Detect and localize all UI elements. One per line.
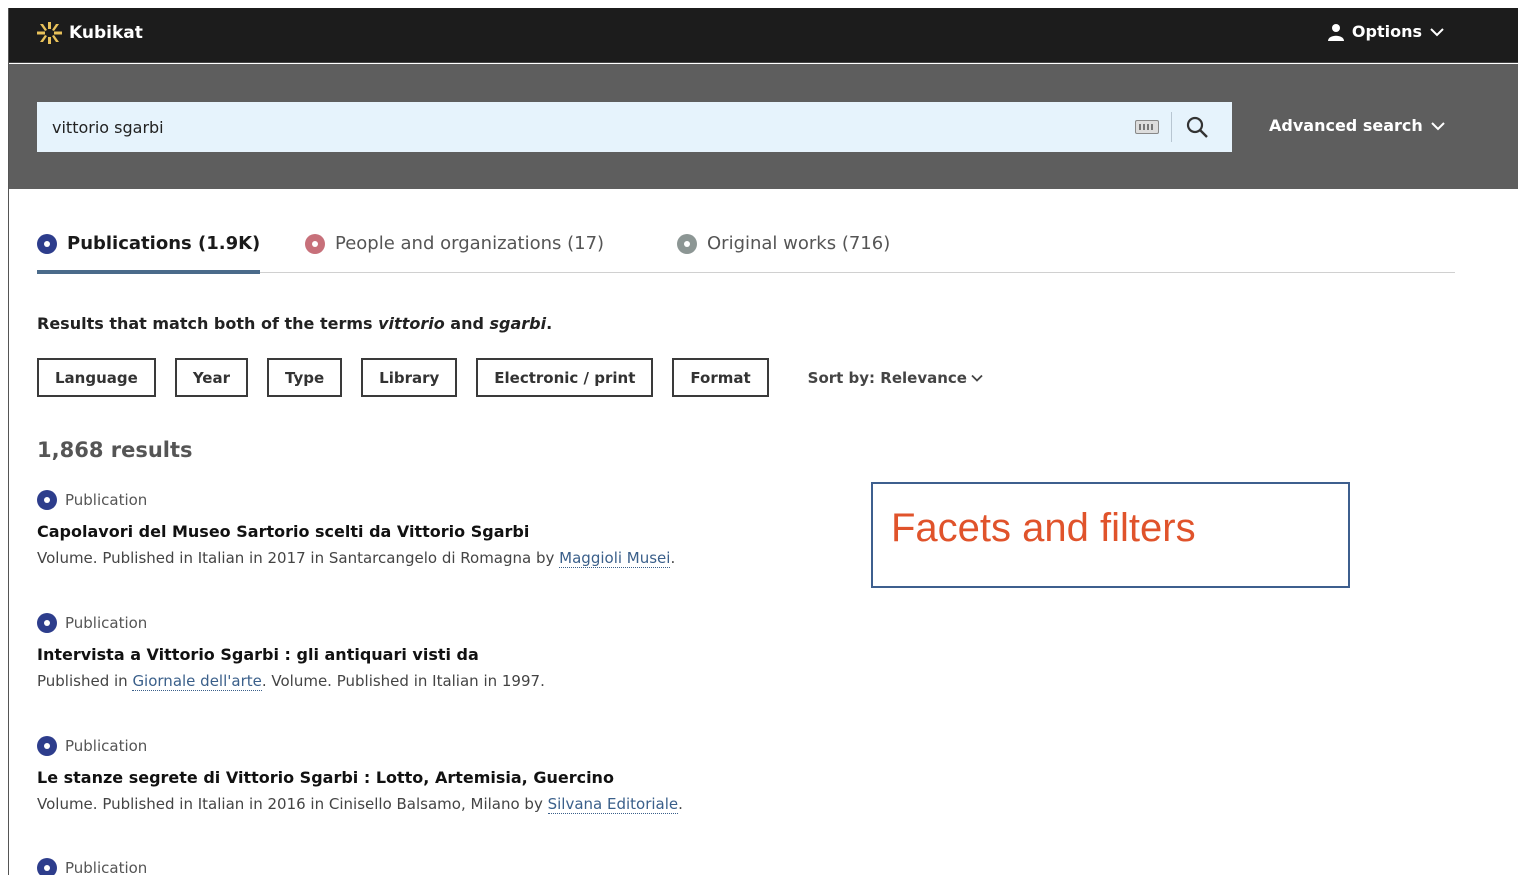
chevron-down-icon <box>1431 121 1445 130</box>
publication-icon <box>37 613 57 633</box>
result-type-label: Publication <box>65 614 148 632</box>
app-window: Kubikat Options Advan <box>8 8 1518 875</box>
annotation-text: Facets and filters <box>891 506 1196 550</box>
sort-label: Sort by: Relevance <box>807 368 967 387</box>
options-menu[interactable]: Options <box>1327 22 1444 41</box>
match-term: vittorio <box>378 314 445 333</box>
tab-people-organizations[interactable]: People and organizations (17) <box>305 226 604 273</box>
results-count: 1,868 results <box>37 438 193 462</box>
result-desc-text: . <box>678 795 683 813</box>
options-label: Options <box>1351 22 1422 41</box>
result-desc-text: Volume. Published in Italian in 2016 in … <box>37 795 548 813</box>
result-title[interactable]: Capolavori del Museo Sartorio scelti da … <box>37 522 937 541</box>
result-description: Volume. Published in Italian in 2017 in … <box>37 549 937 568</box>
publication-icon <box>37 736 57 756</box>
logo-text: Kubikat <box>69 23 143 43</box>
advanced-search-toggle[interactable]: Advanced search <box>1269 116 1445 135</box>
logo[interactable]: Kubikat <box>37 22 143 44</box>
chevron-down-icon <box>1430 27 1444 36</box>
search-box <box>37 102 1232 152</box>
facet-year-button[interactable]: Year <box>174 358 248 397</box>
result-type: Publication <box>37 490 937 510</box>
publication-icon <box>37 490 57 510</box>
result-type-label: Publication <box>65 859 148 875</box>
journal-link[interactable]: Giornale dell'arte <box>132 672 262 691</box>
search-divider <box>1171 112 1172 142</box>
tab-original-works[interactable]: Original works (716) <box>677 226 890 273</box>
match-term: sgarbi <box>489 314 547 333</box>
result-desc-text: . <box>670 549 676 567</box>
result-type: Publication <box>37 858 937 875</box>
kubikat-logo-icon <box>37 22 62 44</box>
facet-format-button[interactable]: Format <box>672 358 769 397</box>
result-type-label: Publication <box>65 491 148 509</box>
search-band: Advanced search <box>9 64 1518 189</box>
result-desc-text: . Volume. Published in Italian in 1997. <box>261 672 545 690</box>
result-tabs: Publications (1.9K) People and organizat… <box>37 226 1455 274</box>
facet-electronic-print-button[interactable]: Electronic / print <box>476 358 654 397</box>
match-prefix: Results that match both of the terms <box>37 314 379 333</box>
match-joiner: and <box>444 314 490 333</box>
result-description: Published in Giornale dell'arte. Volume.… <box>37 672 937 691</box>
publication-icon <box>37 233 57 254</box>
result-desc-text: Volume. Published in Italian in 2017 in … <box>37 549 560 567</box>
result-description: Volume. Published in Italian in 2016 in … <box>37 795 937 814</box>
tab-label: People and organizations (17) <box>335 233 605 254</box>
result-title[interactable]: Le stanze segrete di Vittorio Sgarbi : L… <box>37 768 937 787</box>
user-icon <box>1327 23 1344 41</box>
tab-label: Original works (716) <box>707 233 891 254</box>
original-work-icon <box>677 233 697 254</box>
publication-icon <box>37 858 57 875</box>
publisher-link[interactable]: Maggioli Musei <box>559 549 671 568</box>
facet-library-button[interactable]: Library <box>361 358 458 397</box>
keyboard-icon[interactable] <box>1135 120 1159 134</box>
result-title[interactable]: Intervista a Vittorio Sgarbi : gli antiq… <box>37 645 937 664</box>
chevron-down-icon <box>971 374 983 382</box>
facet-bar: Language Year Type Library Electronic / … <box>37 358 983 397</box>
annotation-callout: Facets and filters <box>871 482 1350 588</box>
match-suffix: . <box>546 314 553 333</box>
list-item: Publication <box>37 858 937 875</box>
list-item: Publication Intervista a Vittorio Sgarbi… <box>37 613 937 691</box>
facet-type-button[interactable]: Type <box>267 358 343 397</box>
list-item: Publication Le stanze segrete di Vittori… <box>37 736 937 814</box>
publisher-link[interactable]: Silvana Editoriale <box>547 795 679 814</box>
facet-language-button[interactable]: Language <box>37 358 156 397</box>
tab-label: Publications (1.9K) <box>67 233 261 254</box>
result-type: Publication <box>37 613 937 633</box>
search-input[interactable] <box>37 102 1135 152</box>
result-type-label: Publication <box>65 737 148 755</box>
search-icon <box>1186 116 1208 138</box>
result-desc-text: Published in <box>37 672 133 690</box>
match-description: Results that match both of the terms vit… <box>37 314 552 333</box>
search-button[interactable] <box>1184 114 1210 140</box>
list-item: Publication Capolavori del Museo Sartori… <box>37 490 937 568</box>
result-type: Publication <box>37 736 937 756</box>
tab-publications[interactable]: Publications (1.9K) <box>37 226 261 274</box>
advanced-search-label: Advanced search <box>1269 116 1423 135</box>
person-icon <box>305 233 325 254</box>
sort-dropdown[interactable]: Sort by: Relevance <box>808 369 983 387</box>
top-bar: Kubikat Options <box>9 8 1518 63</box>
